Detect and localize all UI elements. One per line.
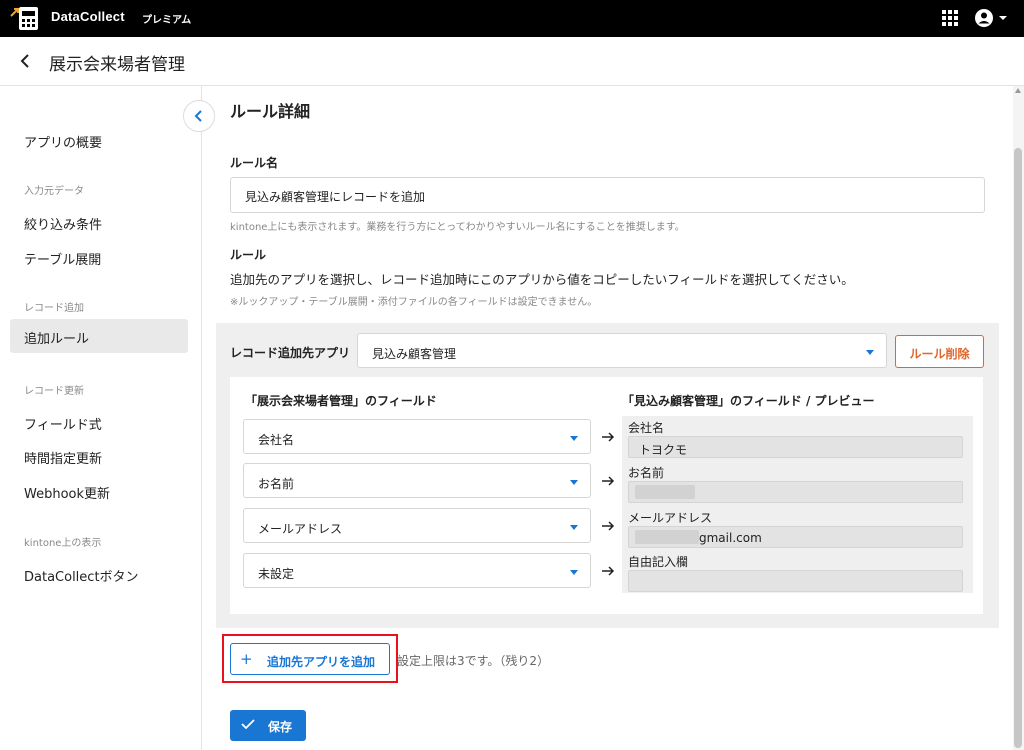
target-field-label: 会社名 xyxy=(628,421,665,435)
sidebar-section-record-update: レコード更新 xyxy=(24,386,84,397)
main-content: ルール詳細 ルール名 見込み顧客管理にレコードを追加 kintone上にも表示さ… xyxy=(203,86,1013,750)
source-field-select[interactable]: 未設定 xyxy=(243,553,591,588)
field-mapping-box: 「展示会来場者管理」のフィールド 「見込み顧客管理」のフィールド / プレビュー… xyxy=(230,377,983,614)
email-domain: gmail.com xyxy=(699,531,762,545)
target-app-select[interactable]: 見込み顧客管理 xyxy=(357,333,887,368)
source-field-value: 未設定 xyxy=(258,567,295,581)
rule-description: 追加先のアプリを選択し、レコード追加時にこのアプリから値をコピーしたいフィールド… xyxy=(230,272,854,287)
rule-label: ルール xyxy=(230,248,267,262)
target-app-value: 見込み顧客管理 xyxy=(372,347,457,361)
save-label: 保存 xyxy=(268,720,293,734)
page-title: 展示会来場者管理 xyxy=(49,55,185,75)
redacted-value xyxy=(635,485,695,499)
sidebar-section-record-add: レコード追加 xyxy=(24,303,84,314)
preview-value xyxy=(628,570,963,592)
source-field-select[interactable]: 会社名 xyxy=(243,419,591,454)
section-title: ルール詳細 xyxy=(230,102,311,121)
preview-value: gmail.com xyxy=(628,526,963,548)
target-field-label: 自由記入欄 xyxy=(628,555,689,569)
arrow-right-icon xyxy=(602,432,615,442)
rule-name-input[interactable]: 見込み顧客管理にレコードを追加 xyxy=(230,177,985,213)
source-fields-header: 「展示会来場者管理」のフィールド xyxy=(245,394,437,408)
dropdown-caret-icon xyxy=(570,436,578,441)
account-menu-icon[interactable] xyxy=(974,8,1008,28)
rule-note: ※ルックアップ・テーブル展開・添付ファイルの各フィールドは設定できません。 xyxy=(230,297,598,308)
top-app-bar: DataCollect プレミアム xyxy=(0,0,1024,37)
rule-name-label: ルール名 xyxy=(230,156,279,170)
arrow-right-icon xyxy=(602,476,615,486)
sidebar-item-filter[interactable]: 絞り込み条件 xyxy=(10,205,188,239)
limit-text: 設定上限は3です。（残り2） xyxy=(397,654,550,668)
dropdown-caret-icon xyxy=(570,525,578,530)
rule-name-hint: kintone上にも表示されます。業務を行う方にとってわかりやすいルール名にする… xyxy=(230,222,685,233)
save-button[interactable]: 保存 xyxy=(230,710,306,741)
chevron-left-icon xyxy=(194,110,202,122)
plan-badge: プレミアム xyxy=(142,15,192,26)
arrow-right-icon xyxy=(602,521,615,531)
preview-value xyxy=(628,481,963,503)
sidebar-item-field-formula[interactable]: フィールド式 xyxy=(10,405,188,439)
sidebar-section-input-data: 入力元データ xyxy=(24,186,84,197)
redacted-value xyxy=(635,530,699,544)
check-icon xyxy=(241,719,255,730)
vertical-scrollbar[interactable] xyxy=(1013,86,1024,750)
brand-name: DataCollect xyxy=(51,9,125,24)
sidebar-item-webhook-update[interactable]: Webhook更新 xyxy=(10,474,188,508)
sidebar: アプリの概要 入力元データ 絞り込み条件 テーブル展開 レコード追加 追加ルール… xyxy=(0,86,202,750)
scroll-thumb[interactable] xyxy=(1014,148,1022,748)
dropdown-caret-icon xyxy=(570,570,578,575)
sidebar-item-table-expansion[interactable]: テーブル展開 xyxy=(10,240,188,274)
source-field-value: お名前 xyxy=(258,477,295,491)
sidebar-item-scheduled-update[interactable]: 時間指定更新 xyxy=(10,439,188,473)
source-field-select[interactable]: メールアドレス xyxy=(243,508,591,543)
dropdown-caret-icon xyxy=(866,350,874,355)
arrow-right-icon xyxy=(602,566,615,576)
back-arrow-icon[interactable] xyxy=(19,52,33,70)
sidebar-item-add-rule[interactable]: 追加ルール xyxy=(10,319,188,353)
target-field-label: お名前 xyxy=(628,466,665,480)
target-app-panel: レコード追加先アプリ 見込み顧客管理 ルール削除 「展示会来場者管理」のフィール… xyxy=(216,323,999,628)
target-fields-header: 「見込み顧客管理」のフィールド / プレビュー xyxy=(622,394,875,408)
page-header: 展示会来場者管理 xyxy=(0,37,1024,86)
sidebar-item-app-overview[interactable]: アプリの概要 xyxy=(10,123,188,157)
apps-grid-icon[interactable] xyxy=(941,9,959,27)
sidebar-section-kintone-display: kintone上の表示 xyxy=(24,538,102,549)
target-field-label: メールアドレス xyxy=(628,511,713,525)
preview-value: トヨクモ xyxy=(628,436,963,458)
highlight-frame xyxy=(222,634,398,683)
target-preview: 会社名 トヨクモ お名前 メールアドレス gmail.com 自由記入欄 xyxy=(622,416,973,593)
delete-rule-button[interactable]: ルール削除 xyxy=(895,335,984,368)
source-field-value: 会社名 xyxy=(258,433,295,447)
dropdown-caret-icon xyxy=(570,480,578,485)
sidebar-item-datacollect-button[interactable]: DataCollectボタン xyxy=(10,557,188,591)
source-field-value: メールアドレス xyxy=(258,522,343,536)
target-app-label: レコード追加先アプリ xyxy=(230,346,351,360)
scroll-up-icon[interactable] xyxy=(1015,88,1021,93)
sidebar-collapse-button[interactable] xyxy=(183,100,215,132)
datacollect-logo-icon[interactable] xyxy=(10,4,40,32)
source-field-select[interactable]: お名前 xyxy=(243,463,591,498)
